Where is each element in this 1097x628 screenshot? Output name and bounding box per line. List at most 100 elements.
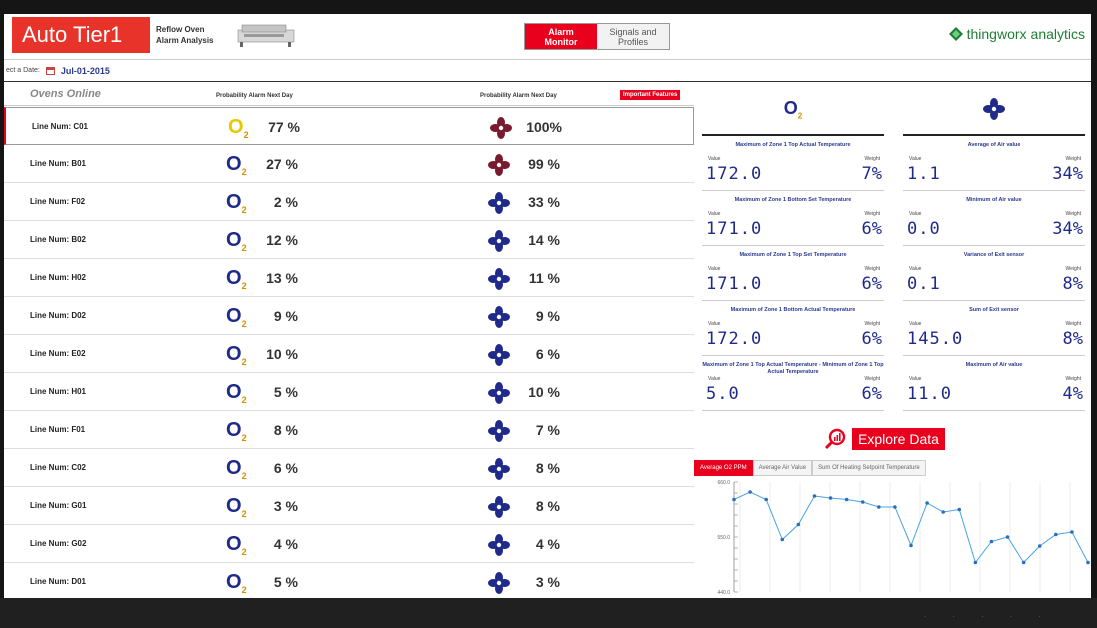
- subtitle-line2: Alarm Analysis: [156, 36, 214, 45]
- oven-row[interactable]: Line Num: E02 O2 10 % 6 %: [4, 335, 694, 373]
- o2-symbol: O: [226, 229, 242, 251]
- feature-title: Variance of Exit sensor: [963, 252, 1025, 258]
- chart-tab-heating-setpoint[interactable]: Sum Of Heating Setpoint Temperature: [812, 460, 926, 476]
- o2-subscript: 2: [241, 585, 247, 595]
- oven-row[interactable]: Line Num: D02 O2 9 % 9 %: [4, 297, 694, 335]
- o2-icon: O2: [226, 229, 247, 253]
- tab-signals-line1: Signals and: [609, 26, 657, 37]
- oven-row[interactable]: Line Num: B02 O2 12 % 14 %: [4, 221, 694, 259]
- data-point: [1005, 535, 1010, 539]
- fan-icon: [488, 230, 510, 252]
- o2-icon: O2: [226, 343, 247, 367]
- oven-row[interactable]: Line Num: C01 O2 77 % 100%: [4, 107, 694, 145]
- fan-icon: [488, 268, 510, 290]
- oven-row[interactable]: Line Num: H01 O2 5 % 10 %: [4, 373, 694, 411]
- oven-row[interactable]: Line Num: B01 O2 27 % 99 %: [4, 145, 694, 183]
- data-point: [732, 497, 736, 502]
- feature-value: 145.0: [907, 329, 964, 349]
- o2-symbol: O: [226, 419, 242, 441]
- o2-feature-column: O2 Maximum of Zone 1 Top Actual Temperat…: [702, 84, 884, 411]
- air-probability: 9 %: [535, 308, 560, 324]
- oven-row[interactable]: Line Num: H02 O2 13 % 11 %: [4, 259, 694, 297]
- o2-subscript: 2: [241, 433, 247, 443]
- chart-tab-average-air[interactable]: Average Air Value: [752, 460, 813, 476]
- value-label: Value: [708, 376, 721, 382]
- value-label: Value: [708, 211, 721, 217]
- fan-icon: [488, 572, 510, 594]
- feature-card: Maximum of Zone 1 Top Set Temperature Val…: [702, 246, 884, 301]
- o2-probability: 5 %: [273, 574, 298, 590]
- feature-weight: 8%: [1062, 274, 1083, 294]
- weight-label: Weight: [1065, 211, 1081, 217]
- chart-tab-average-o2[interactable]: Average O2 PPM: [694, 460, 753, 476]
- o2-symbol: O: [228, 116, 244, 138]
- feature-value: 172.0: [706, 329, 763, 349]
- data-point: [1054, 532, 1058, 537]
- magnifier-chart-icon[interactable]: [824, 428, 846, 450]
- o2-icon: O2: [226, 571, 247, 595]
- air-feature-column: Average of Air value Value Weight 1.1 34% Min…: [903, 84, 1085, 411]
- line-number: Line Num: C01: [32, 122, 89, 131]
- o2-icon: O2: [226, 419, 247, 443]
- feature-title: Maximum of Zone 1 Bottom Set Temperature: [734, 197, 852, 203]
- o2-subscript: 2: [243, 130, 249, 140]
- calendar-icon[interactable]: [45, 66, 55, 75]
- oven-icon: [237, 24, 295, 47]
- feature-value: 5.0: [706, 384, 740, 404]
- data-point: [909, 543, 913, 548]
- explore-data-button[interactable]: Explore Data: [852, 428, 945, 450]
- weight-label: Weight: [864, 156, 880, 162]
- oven-row[interactable]: Line Num: F02 O2 2 % 33 %: [4, 183, 694, 221]
- air-probability-header: Probability Alarm Next Day: [480, 93, 557, 99]
- o2-symbol: O: [226, 381, 242, 403]
- oven-row[interactable]: Line Num: G01 O2 3 % 8 %: [4, 487, 694, 525]
- value-label: Value: [909, 376, 922, 382]
- o2-symbol: O: [226, 305, 242, 327]
- air-probability: 6 %: [535, 346, 560, 362]
- oven-row[interactable]: Line Num: D01 O2 5 % 3 %: [4, 563, 694, 598]
- oven-row[interactable]: Line Num: G02 O2 4 % 4 %: [4, 525, 694, 563]
- o2-symbol: O: [226, 191, 242, 213]
- o2-series-line: [733, 491, 1089, 564]
- feature-title: Average of Air value: [967, 142, 1021, 148]
- feature-card: Maximum of Air value Value Weight 11.0 4%: [903, 356, 1085, 411]
- o2-probability: 12 %: [266, 232, 298, 248]
- data-point: [957, 507, 962, 512]
- important-features-button[interactable]: Important Features: [620, 90, 681, 100]
- fan-icon: [488, 534, 510, 556]
- data-point: [764, 497, 768, 502]
- o2-icon: O2: [226, 305, 247, 329]
- feature-weight: 6%: [861, 219, 882, 239]
- oven-row[interactable]: Line Num: C02 O2 6 % 8 %: [4, 449, 694, 487]
- tab-signals-profiles[interactable]: Signals and Profiles: [597, 24, 669, 49]
- tab-alarm-monitor[interactable]: Alarm Monitor: [525, 24, 597, 49]
- fan-icon: [488, 192, 510, 214]
- o2-line-chart: 660.0 550.0 440.0: [717, 480, 1090, 596]
- feature-weight: 34%: [1052, 219, 1083, 239]
- feature-weight: 6%: [861, 274, 882, 294]
- o2-probability: 27 %: [266, 156, 298, 172]
- o2-subscript: 2: [241, 281, 247, 291]
- o2-symbol: O: [226, 495, 242, 517]
- date-bar: ect a Date: Jul-01-2015: [4, 60, 1091, 82]
- value-label: Value: [909, 266, 922, 272]
- value-label: Value: [708, 321, 721, 327]
- fan-icon: [488, 382, 510, 404]
- feature-title: Maximum of Zone 1 Top Actual Temperature: [735, 142, 851, 148]
- line-number: Line Num: F02: [30, 197, 86, 206]
- date-value[interactable]: Jul-01-2015: [61, 66, 110, 76]
- o2-subscript: 2: [241, 357, 247, 367]
- oven-row[interactable]: Line Num: F01 O2 8 % 7 %: [4, 411, 694, 449]
- feature-weight: 8%: [1062, 329, 1083, 349]
- o2-probability: 3 %: [273, 498, 298, 514]
- feature-value: 11.0: [907, 384, 952, 404]
- line-number: Line Num: H02: [30, 273, 87, 282]
- o2-column-header: O2: [702, 84, 884, 136]
- ovens-list: Line Num: C01 O2 77 % 100% Line Num: B01 O2 27…: [4, 107, 694, 598]
- feature-title: Sum of Exit sensor: [969, 307, 1019, 313]
- air-probability: 10 %: [528, 384, 560, 400]
- feature-card: Maximum of Zone 1 Bottom Set Temperature…: [702, 191, 884, 246]
- o2-icon: O2: [226, 153, 247, 177]
- o2-probability: 77 %: [268, 119, 300, 135]
- o2-probability: 8 %: [273, 422, 298, 438]
